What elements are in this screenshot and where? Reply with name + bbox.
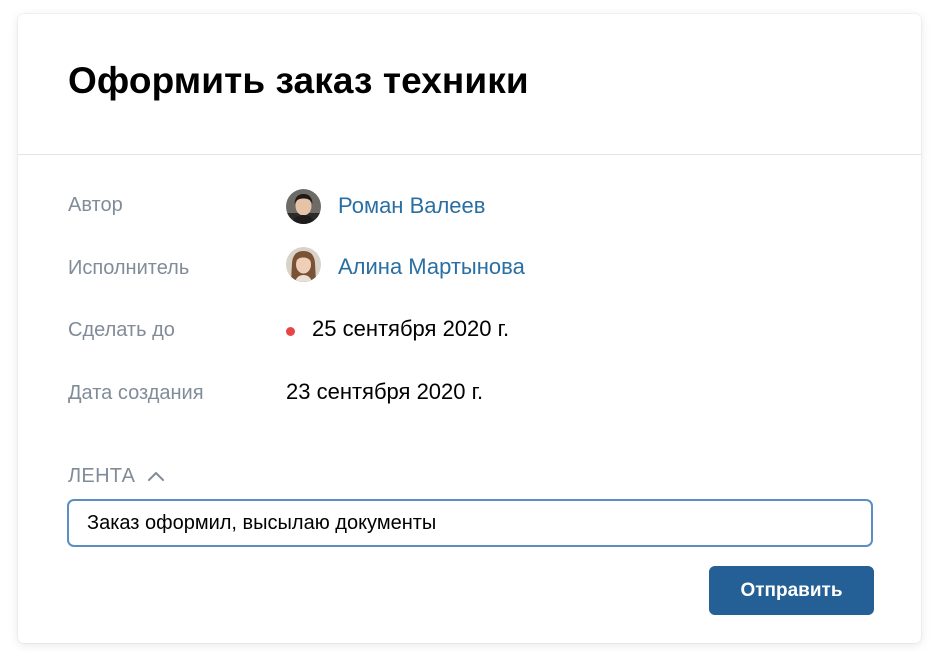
due-date-label: Сделать до xyxy=(68,319,175,341)
assignee-name-link[interactable]: Алина Мартынова xyxy=(338,254,525,280)
chevron-up-icon xyxy=(148,472,165,481)
feed-toggle[interactable]: ЛЕНТА xyxy=(68,463,165,489)
due-date-value: 25 сентября 2020 г. xyxy=(312,316,510,341)
avatar-photo-man-icon xyxy=(286,189,321,224)
created-date-value: 23 сентября 2020 г. xyxy=(286,379,484,404)
comment-input[interactable] xyxy=(67,499,873,547)
author-label: Автор xyxy=(68,194,123,216)
avatar-photo-woman-icon xyxy=(286,247,321,282)
author-avatar[interactable] xyxy=(286,189,321,224)
card-header: Оформить заказ техники xyxy=(18,14,921,155)
deadline-status-dot xyxy=(286,327,295,336)
created-date-label: Дата создания xyxy=(68,382,204,404)
assignee-avatar[interactable] xyxy=(286,247,321,282)
feed-label: ЛЕНТА xyxy=(68,464,136,487)
send-button[interactable]: Отправить xyxy=(709,566,874,615)
task-title: Оформить заказ техники xyxy=(68,60,529,101)
author-name-link[interactable]: Роман Валеев xyxy=(338,193,485,219)
task-card: Оформить заказ техники Автор Роман Валее… xyxy=(18,14,921,643)
assignee-label: Исполнитель xyxy=(68,257,190,279)
